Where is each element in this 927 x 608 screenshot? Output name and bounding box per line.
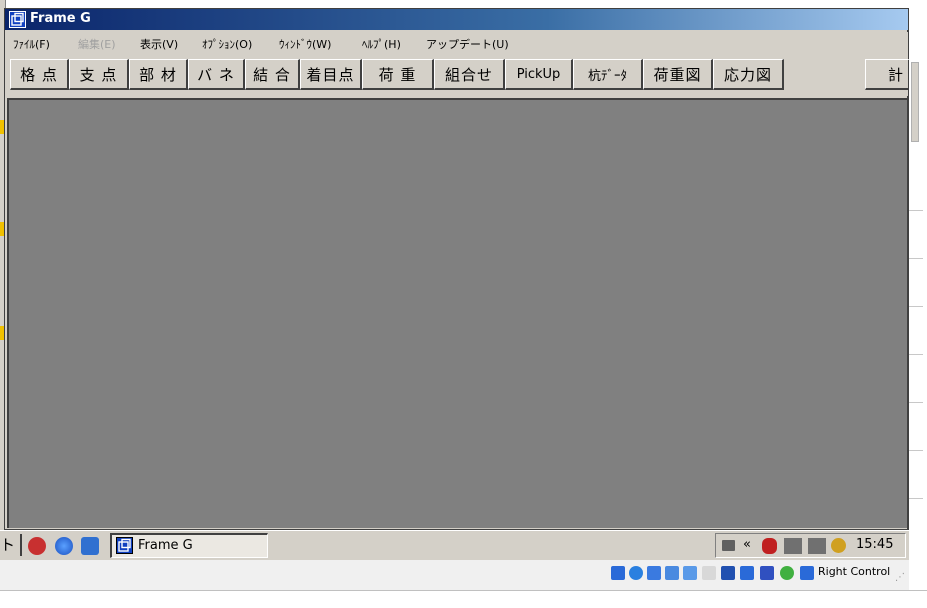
menu-help[interactable]: ﾍﾙﾌﾟ(H) xyxy=(362,36,401,52)
divider xyxy=(909,354,923,355)
shield-icon[interactable] xyxy=(762,538,777,554)
pencil-icon[interactable] xyxy=(683,566,697,580)
focus-points-button[interactable]: 着目点 xyxy=(300,59,362,90)
resize-grip[interactable]: ⋰ xyxy=(895,572,905,583)
divider xyxy=(909,402,923,403)
menu-edit[interactable]: 編集(E) xyxy=(78,36,116,52)
nodes-button[interactable]: 格 点 xyxy=(10,59,69,90)
usb-icon[interactable] xyxy=(647,566,661,580)
app-icon xyxy=(116,537,133,554)
network-adapter-icon[interactable] xyxy=(740,566,754,580)
quicklaunch-icon-blue[interactable] xyxy=(81,537,99,555)
springs-button[interactable]: バ ネ xyxy=(188,59,245,90)
divider xyxy=(909,450,923,451)
taskbar-button-frame-g[interactable]: Frame G xyxy=(110,533,268,558)
workspace-area[interactable] xyxy=(7,98,907,528)
divider xyxy=(909,306,923,307)
menu-view[interactable]: 表示(V) xyxy=(140,36,178,52)
menu-update[interactable]: アップデート(U) xyxy=(426,36,509,52)
joints-button[interactable]: 結 合 xyxy=(245,59,300,90)
load-diagram-button[interactable]: 荷重図 xyxy=(643,59,713,90)
video-capture-icon[interactable] xyxy=(760,566,774,580)
divider xyxy=(909,498,923,499)
system-tray: « 15:45 xyxy=(715,533,906,558)
download-arrow-icon[interactable] xyxy=(800,566,814,580)
app-icon xyxy=(9,11,26,28)
cpu-icon[interactable] xyxy=(780,566,794,580)
host-status-bar: Right Control ⋰ xyxy=(0,560,909,590)
calculate-button[interactable]: 計 xyxy=(865,59,910,90)
monitor-icon[interactable] xyxy=(721,566,735,580)
quicklaunch-icon-red[interactable] xyxy=(28,537,46,555)
network-icon[interactable] xyxy=(808,538,826,554)
divider xyxy=(909,210,923,211)
title-bar[interactable]: Frame G xyxy=(5,9,908,30)
network-icon[interactable] xyxy=(784,538,802,554)
clock[interactable]: 15:45 xyxy=(856,537,893,552)
tray-app-icon[interactable] xyxy=(831,538,846,553)
supports-button[interactable]: 支 点 xyxy=(69,59,129,90)
stress-diagram-button[interactable]: 応力図 xyxy=(713,59,784,90)
menu-bar: ﾌｧｲﾙ(F) 編集(E) 表示(V) ｵﾌﾟｼｮﾝ(O) ｳｨﾝﾄﾞｳ(W) … xyxy=(5,32,908,56)
pile-data-button[interactable]: 杭ﾃﾞｰﾀ xyxy=(573,59,643,90)
menu-file[interactable]: ﾌｧｲﾙ(F) xyxy=(13,36,50,52)
host-key-label: Right Control xyxy=(818,565,891,578)
cd-icon[interactable] xyxy=(629,566,643,580)
taskbar-button-label: Frame G xyxy=(138,538,193,553)
pickup-button[interactable]: PickUp xyxy=(505,59,573,90)
toolbar: 格 点 支 点 部 材 バ ネ 結 合 着目点 荷 重 組合せ PickUp 杭… xyxy=(5,56,910,96)
menu-window[interactable]: ｳｨﾝﾄﾞｳ(W) xyxy=(279,36,331,52)
hdd-icon[interactable] xyxy=(611,566,625,580)
shared-folder-icon[interactable] xyxy=(665,566,679,580)
ie-icon[interactable] xyxy=(55,537,73,555)
start-button-fragment[interactable]: ト xyxy=(0,534,22,556)
tray-expand-chevron[interactable]: « xyxy=(743,537,751,552)
loads-button[interactable]: 荷 重 xyxy=(362,59,434,90)
menu-options[interactable]: ｵﾌﾟｼｮﾝ(O) xyxy=(202,36,252,52)
display-icon[interactable] xyxy=(702,566,716,580)
screen-bottom-edge xyxy=(0,590,927,608)
keyboard-icon[interactable] xyxy=(722,540,735,551)
window-title: Frame G xyxy=(30,11,91,26)
combinations-button[interactable]: 組合せ xyxy=(434,59,505,90)
divider xyxy=(909,258,923,259)
scrollbar-thumb[interactable] xyxy=(911,62,919,142)
taskbar: ト Frame G « 15:45 xyxy=(0,530,909,560)
members-button[interactable]: 部 材 xyxy=(129,59,188,90)
